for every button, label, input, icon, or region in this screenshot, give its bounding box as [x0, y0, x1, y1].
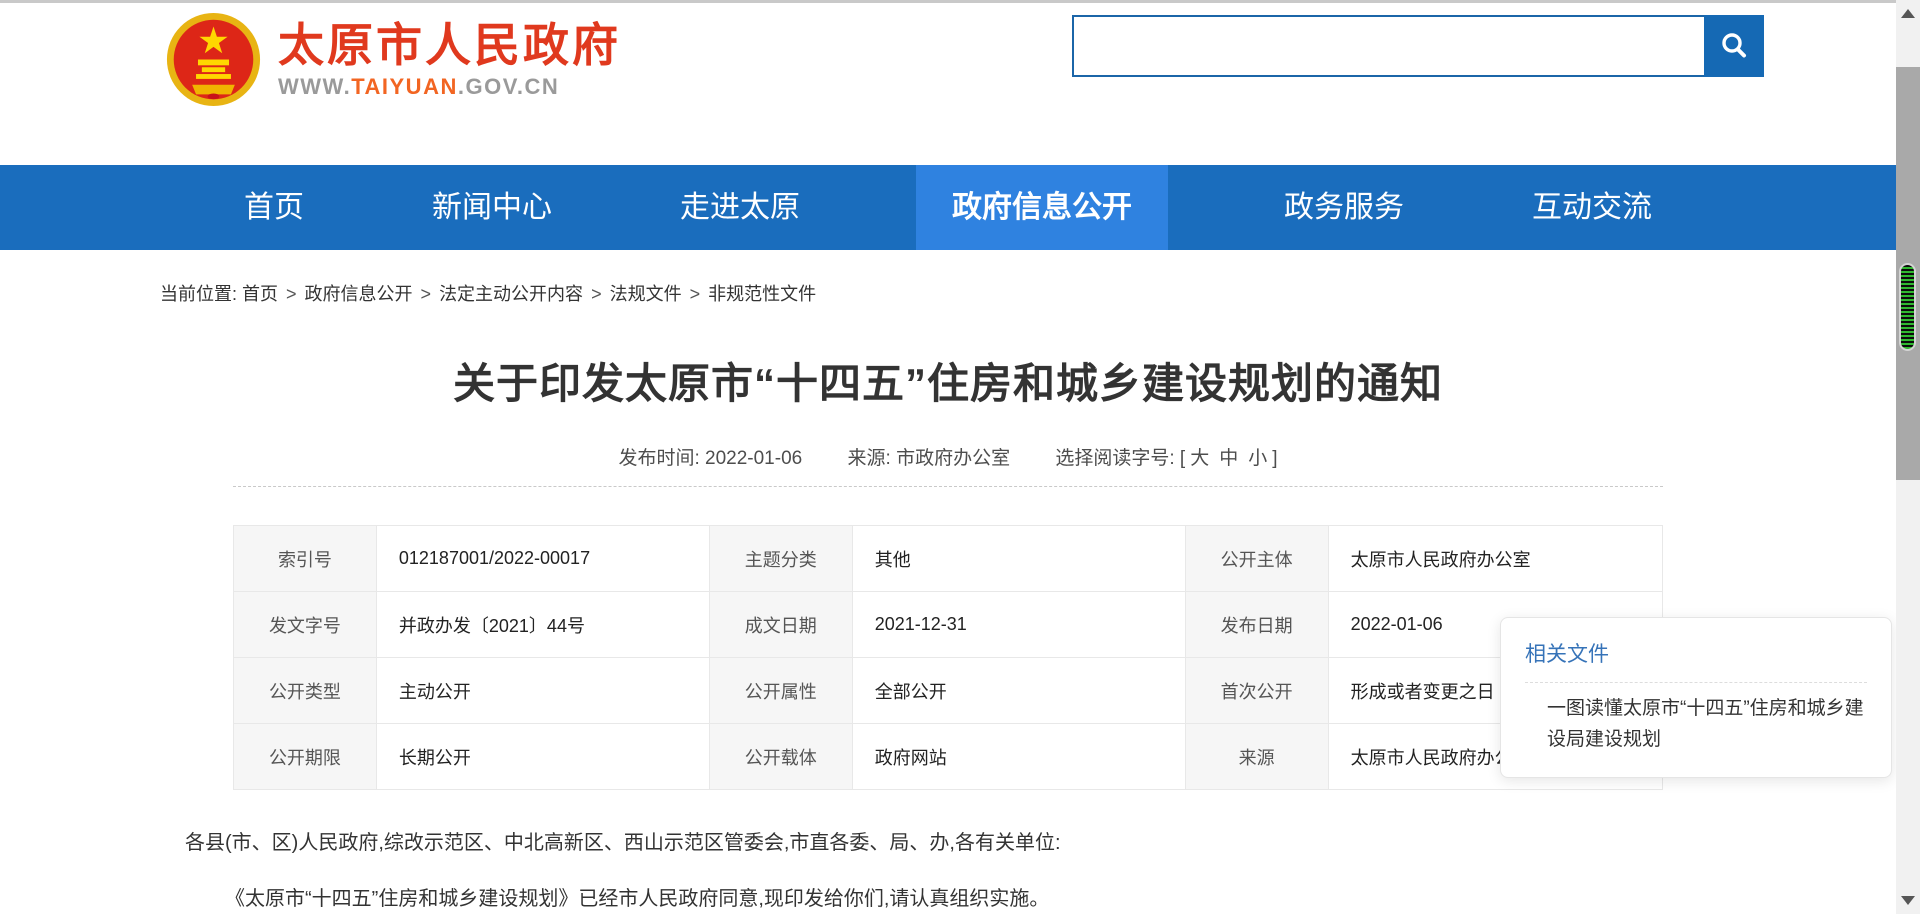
info-value-document-number: 并政办发〔2021〕44号: [376, 592, 709, 658]
search-icon: [1718, 30, 1750, 62]
font-size-small-button[interactable]: 小: [1248, 448, 1267, 469]
scroll-down-icon[interactable]: [1901, 896, 1915, 905]
document-info-table: 索引号 012187001/2022-00017 主题分类 其他 公开主体 太原…: [233, 525, 1663, 790]
page: 太原市人民政府 WWW.TAIYUAN.GOV.CN 热搜词:: [0, 0, 1920, 914]
info-label-written-date: 成文日期: [709, 592, 852, 658]
site-name: 太原市人民政府: [278, 18, 621, 72]
info-value-disclosure-period: 长期公开: [376, 724, 709, 790]
nav-item-gov-info-disclosure[interactable]: 政府信息公开: [916, 165, 1168, 250]
breadcrumb-item-regulations[interactable]: 法规文件: [610, 284, 682, 304]
info-label-disclosure-type: 公开类型: [234, 658, 377, 724]
breadcrumb-label: 当前位置:: [160, 284, 237, 304]
bracket-close: ]: [1272, 448, 1277, 469]
source: 来源: 市政府办公室: [848, 448, 1011, 469]
related-files-panel: 相关文件 一图读懂太原市“十四五”住房和城乡建设局建设规划: [1500, 617, 1892, 778]
info-label-topic-category: 主题分类: [709, 526, 852, 592]
font-size-label: 选择阅读字号:: [1055, 448, 1174, 469]
breadcrumb-separator: >: [421, 284, 432, 304]
site-url-brand: TAIYUAN: [351, 74, 458, 99]
site-url-suffix: .GOV.CN: [458, 74, 559, 99]
related-files-divider: [1525, 682, 1867, 683]
table-row: 公开期限 长期公开 公开载体 政府网站 来源 太原市人民政府办公室: [234, 724, 1663, 790]
info-value-index-number: 012187001/2022-00017: [376, 526, 709, 592]
search-button[interactable]: [1704, 15, 1764, 77]
vertical-scrollbar[interactable]: [1896, 0, 1920, 914]
national-emblem-icon: [165, 11, 262, 108]
site-header: 太原市人民政府 WWW.TAIYUAN.GOV.CN 热搜词:: [0, 3, 1896, 165]
nav-item-interaction[interactable]: 互动交流: [1520, 165, 1664, 250]
table-row: 公开类型 主动公开 公开属性 全部公开 首次公开 形成或者变更之日: [234, 658, 1663, 724]
publish-time-value: 2022-01-06: [705, 448, 802, 469]
source-label: 来源:: [848, 448, 891, 469]
info-label-source: 来源: [1185, 724, 1328, 790]
info-label-disclosure-subject: 公开主体: [1185, 526, 1328, 592]
article-paragraph: 《太原市“十四五”住房和城乡建设规划》已经市人民政府同意,现印发给你们,请认真组…: [185, 883, 1663, 914]
related-file-link[interactable]: 一图读懂太原市“十四五”住房和城乡建设局建设规划: [1525, 693, 1867, 755]
table-row: 索引号 012187001/2022-00017 主题分类 其他 公开主体 太原…: [234, 526, 1663, 592]
table-row: 发文字号 并政办发〔2021〕44号 成文日期 2021-12-31 发布日期 …: [234, 592, 1663, 658]
font-size-selector: 选择阅读字号: [大中小]: [1055, 448, 1277, 469]
divider-dashed: [233, 486, 1663, 487]
breadcrumb-item-home[interactable]: 首页: [242, 284, 278, 304]
info-label-disclosure-carrier: 公开载体: [709, 724, 852, 790]
info-label-disclosure-attribute: 公开属性: [709, 658, 852, 724]
publish-time-label: 发布时间:: [618, 448, 699, 469]
nav-item-home[interactable]: 首页: [232, 165, 316, 250]
info-label-index-number: 索引号: [234, 526, 377, 592]
info-label-disclosure-period: 公开期限: [234, 724, 377, 790]
article-salutation: 各县(市、区)人民政府,综改示范区、中北高新区、西山示范区管委会,市直各委、局、…: [185, 826, 1663, 855]
info-value-disclosure-type: 主动公开: [376, 658, 709, 724]
nav-item-gov-services[interactable]: 政务服务: [1272, 165, 1416, 250]
source-value: 市政府办公室: [896, 448, 1010, 469]
nav-item-about-taiyuan[interactable]: 走进太原: [668, 165, 812, 250]
site-title-block: 太原市人民政府 WWW.TAIYUAN.GOV.CN: [278, 18, 621, 102]
info-label-document-number: 发文字号: [234, 592, 377, 658]
related-files-title: 相关文件: [1525, 638, 1867, 668]
publish-time: 发布时间: 2022-01-06: [618, 448, 802, 469]
document-area: 当前位置: 首页>政府信息公开>法定主动公开内容>法规文件>非规范性文件 关于印…: [233, 280, 1663, 914]
font-size-medium-button[interactable]: 中: [1219, 448, 1238, 469]
site-url: WWW.TAIYUAN.GOV.CN: [278, 72, 621, 102]
info-value-written-date: 2021-12-31: [852, 592, 1185, 658]
main-nav: 首页 新闻中心 走进太原 政府信息公开 政务服务 互动交流: [0, 165, 1896, 250]
breadcrumb-separator: >: [690, 284, 701, 304]
info-value-disclosure-attribute: 全部公开: [852, 658, 1185, 724]
font-size-large-button[interactable]: 大: [1190, 448, 1209, 469]
page-title: 关于印发太原市“十四五”住房和城乡建设规划的通知: [233, 350, 1663, 411]
article-meta: 发布时间: 2022-01-06 来源: 市政府办公室 选择阅读字号: [大中小…: [233, 443, 1663, 470]
search-box: [1072, 15, 1764, 77]
info-label-first-disclosure: 首次公开: [1185, 658, 1328, 724]
bracket-open: [: [1180, 448, 1185, 469]
breadcrumb-separator: >: [286, 284, 297, 304]
search-input[interactable]: [1074, 17, 1706, 75]
breadcrumb: 当前位置: 首页 > 政府信息公开 > 法定主动公开内容 > 法规文件 > 非规范性文件: [160, 280, 1663, 306]
scrollbar-thumb[interactable]: [1899, 263, 1916, 351]
info-value-topic-category: 其他: [852, 526, 1185, 592]
site-logo[interactable]: 太原市人民政府 WWW.TAIYUAN.GOV.CN: [165, 11, 621, 108]
site-url-prefix: WWW.: [278, 74, 351, 99]
info-value-disclosure-carrier: 政府网站: [852, 724, 1185, 790]
breadcrumb-separator: >: [591, 284, 602, 304]
search-area: 热搜词: 张新伟 环保督察 社会公益 应急管理 疫情防控 营商环境 天气预报: [1072, 15, 1790, 77]
breadcrumb-item-gov-info[interactable]: 政府信息公开: [305, 284, 413, 304]
breadcrumb-item-statutory-disclosure[interactable]: 法定主动公开内容: [439, 284, 583, 304]
info-value-disclosure-subject: 太原市人民政府办公室: [1328, 526, 1662, 592]
breadcrumb-item-non-normative: 非规范性文件: [708, 284, 816, 304]
nav-item-news-center[interactable]: 新闻中心: [420, 165, 564, 250]
scroll-up-icon[interactable]: [1901, 9, 1915, 18]
info-label-publish-date: 发布日期: [1185, 592, 1328, 658]
